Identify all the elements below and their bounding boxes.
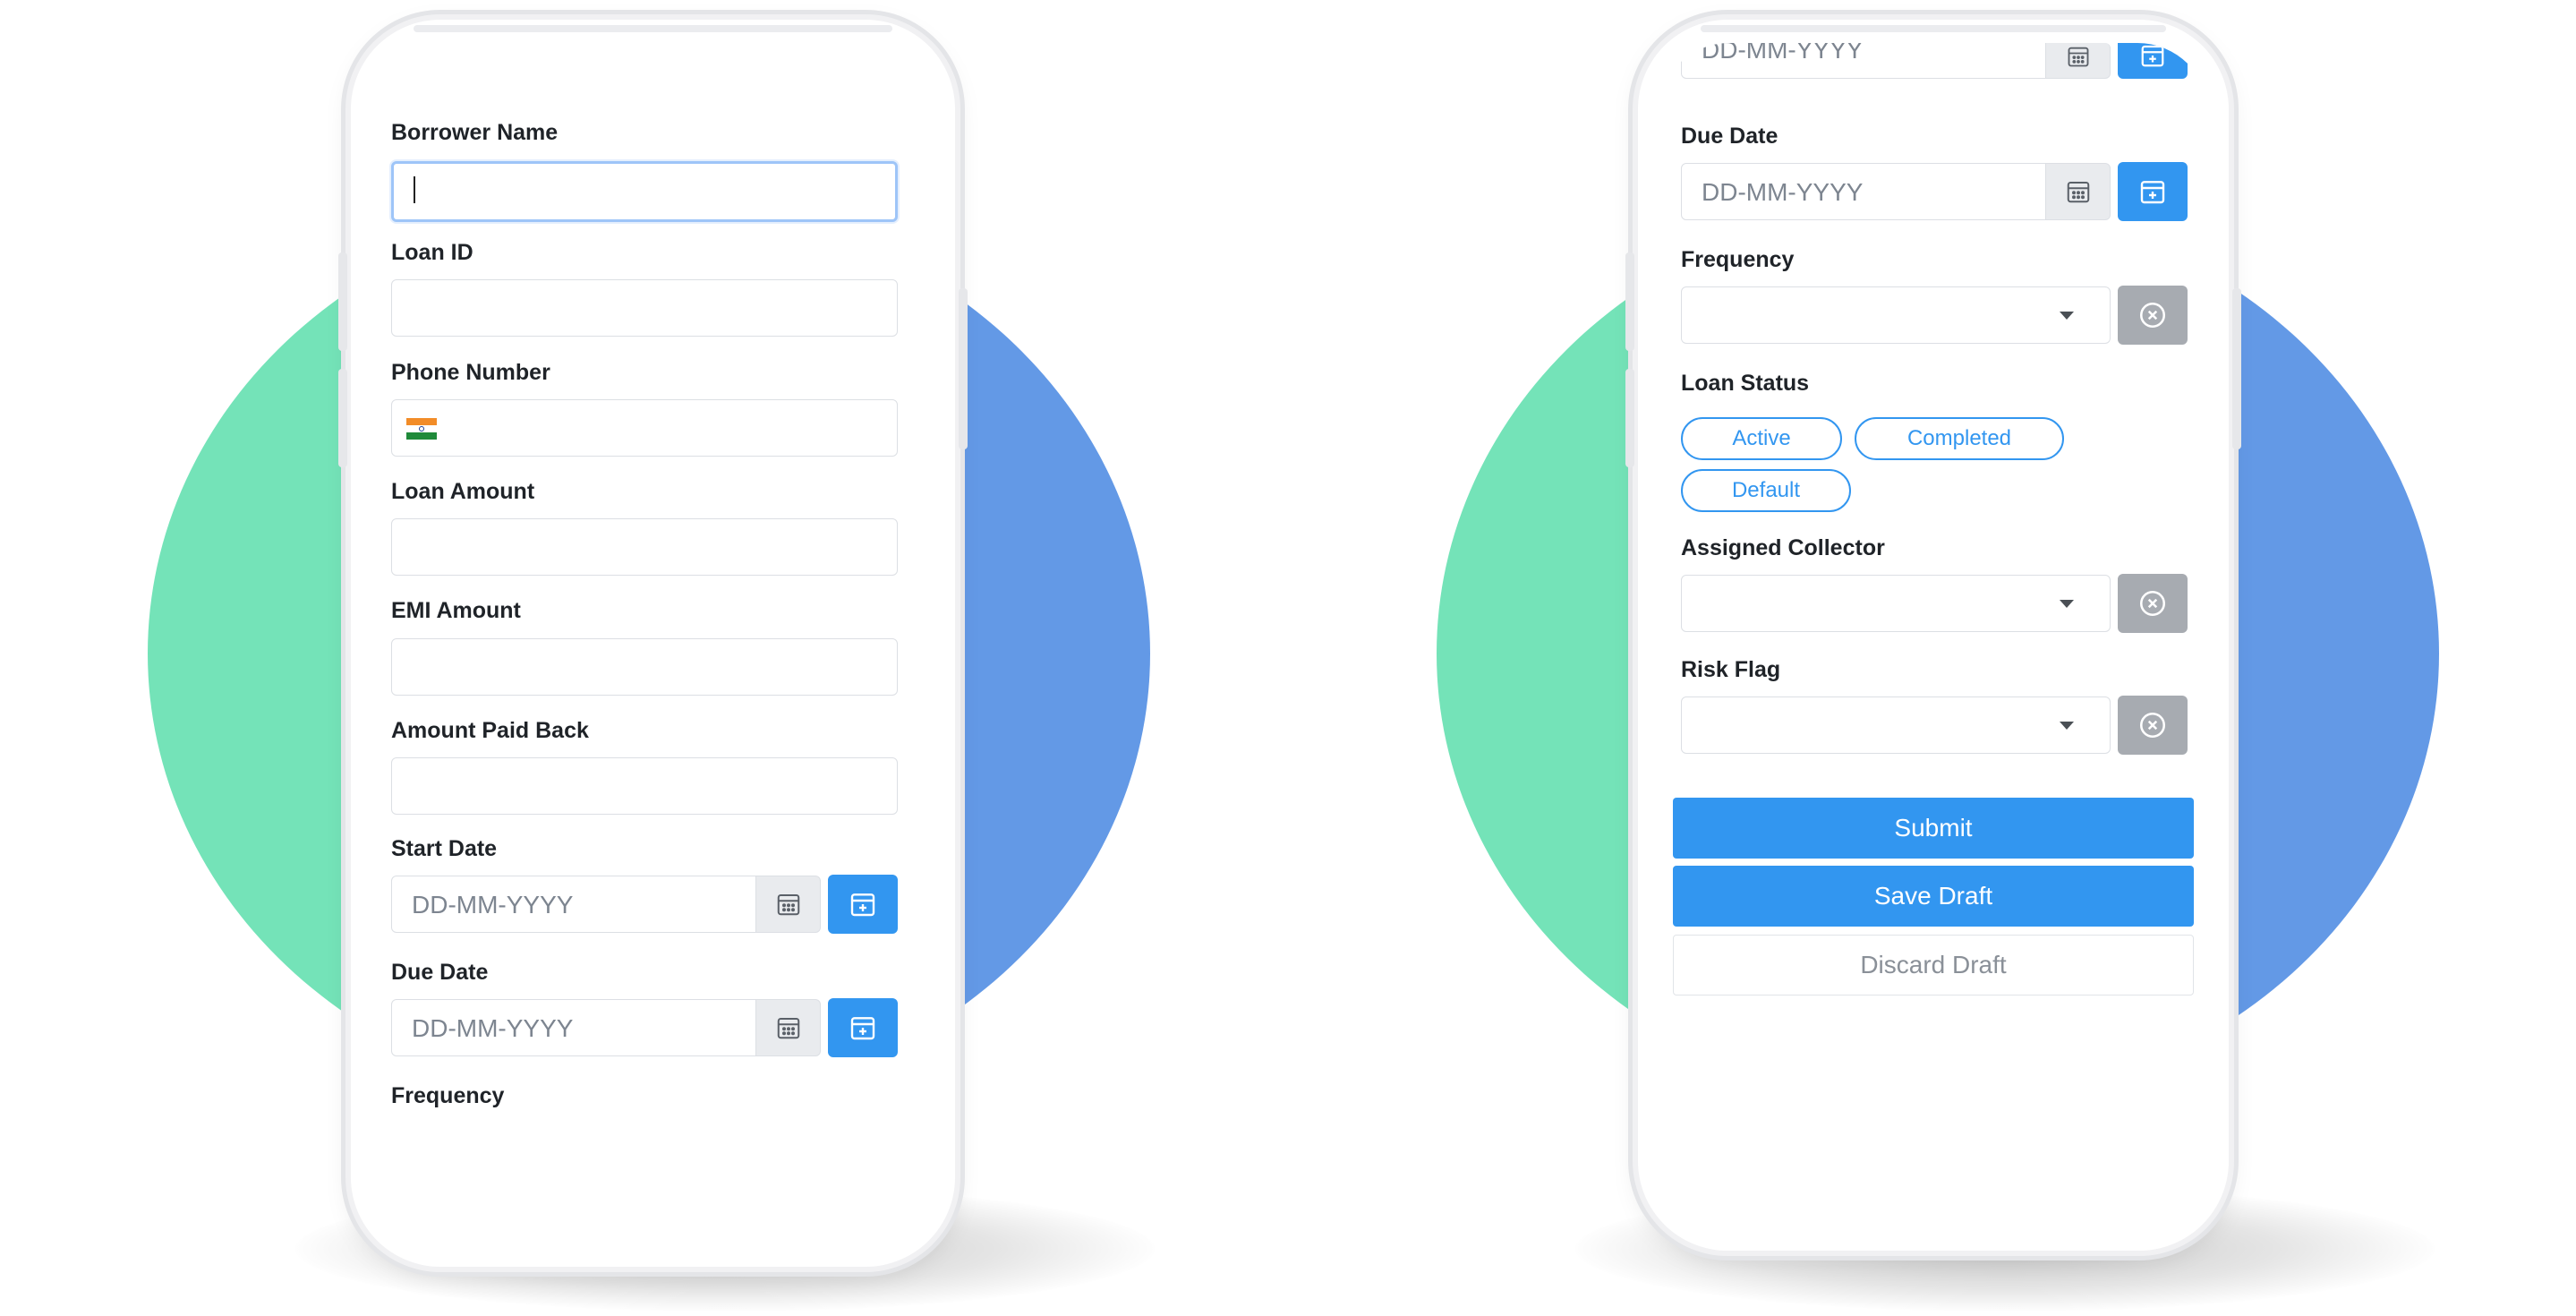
loan-amount-input[interactable] bbox=[391, 518, 898, 576]
frequency-label: Frequency bbox=[391, 1083, 505, 1108]
save-draft-button[interactable]: Save Draft bbox=[1673, 866, 2194, 927]
phone-side-button bbox=[2232, 288, 2241, 449]
discard-draft-button[interactable]: Discard Draft bbox=[1673, 935, 2194, 996]
phone-screen-right: DD-MM-YYYY Due Date DD-MM-YYYY Frequency bbox=[1658, 43, 2209, 1227]
emi-amount-input[interactable] bbox=[391, 638, 898, 696]
frequency-clear-button[interactable] bbox=[2118, 286, 2188, 345]
chevron-down-icon bbox=[2060, 722, 2074, 730]
borrower-name-input[interactable] bbox=[391, 161, 898, 222]
phone-number-input[interactable] bbox=[391, 399, 898, 457]
amount-paid-back-input[interactable] bbox=[391, 757, 898, 815]
frequency-label: Frequency bbox=[1681, 247, 1795, 272]
due-date-calendar-addon[interactable] bbox=[756, 999, 821, 1056]
due-date-input[interactable]: DD-MM-YYYY bbox=[1681, 163, 2046, 220]
page-root: { "left_form": { "borrower_name_label": … bbox=[0, 0, 2576, 1316]
calendar-icon bbox=[2067, 182, 2089, 203]
risk-flag-select[interactable] bbox=[1681, 696, 2111, 754]
phone-side-button bbox=[959, 288, 968, 449]
calendar-add-icon bbox=[2140, 181, 2165, 204]
calendar-icon bbox=[2068, 47, 2088, 66]
calendar-add-icon bbox=[850, 893, 875, 917]
phone-side-button bbox=[338, 369, 347, 467]
risk-flag-clear-button[interactable] bbox=[2118, 696, 2188, 755]
phone-screen-left: Borrower Name Loan ID Phone Number Loan … bbox=[371, 43, 935, 1243]
borrower-name-label: Borrower Name bbox=[391, 120, 559, 145]
start-date-picker-button[interactable] bbox=[2118, 43, 2188, 79]
due-date-input[interactable]: DD-MM-YYYY bbox=[391, 999, 756, 1056]
start-date-calendar-addon[interactable] bbox=[756, 876, 821, 933]
loan-status-option-default[interactable]: Default bbox=[1681, 469, 1851, 512]
phone-side-button bbox=[338, 252, 347, 351]
loan-status-option-completed[interactable]: Completed bbox=[1855, 417, 2064, 460]
due-date-placeholder: DD-MM-YYYY bbox=[412, 1014, 574, 1042]
text-caret bbox=[414, 176, 415, 203]
due-date-calendar-addon[interactable] bbox=[2046, 163, 2111, 220]
due-date-label: Due Date bbox=[1681, 124, 1778, 149]
phone-side-button bbox=[1625, 252, 1634, 351]
due-date-picker-button[interactable] bbox=[828, 998, 898, 1057]
calendar-add-icon bbox=[2141, 45, 2164, 67]
chevron-down-icon bbox=[2060, 312, 2074, 320]
risk-flag-label: Risk Flag bbox=[1681, 657, 1781, 682]
start-date-input[interactable]: DD-MM-YYYY bbox=[391, 876, 756, 933]
start-date-calendar-addon[interactable] bbox=[2046, 43, 2111, 79]
phone-frame-left: Borrower Name Loan ID Phone Number Loan … bbox=[338, 20, 968, 1267]
clear-circle-x-icon bbox=[2139, 712, 2166, 739]
start-date-placeholder: DD-MM-YYYY bbox=[412, 891, 574, 919]
phone-frame-right: DD-MM-YYYY Due Date DD-MM-YYYY Frequency bbox=[1625, 20, 2241, 1251]
calendar-icon bbox=[777, 894, 799, 916]
emi-amount-label: EMI Amount bbox=[391, 598, 521, 623]
start-date-picker-button[interactable] bbox=[828, 875, 898, 934]
loan-status-option-active[interactable]: Active bbox=[1681, 417, 1842, 460]
assigned-collector-label: Assigned Collector bbox=[1681, 535, 1885, 560]
assigned-collector-clear-button[interactable] bbox=[2118, 574, 2188, 633]
calendar-add-icon bbox=[850, 1017, 875, 1040]
loan-id-label: Loan ID bbox=[391, 240, 473, 265]
assigned-collector-select[interactable] bbox=[1681, 575, 2111, 632]
clear-circle-x-icon bbox=[2139, 302, 2166, 329]
loan-amount-label: Loan Amount bbox=[391, 479, 535, 504]
phone-top-bezel bbox=[1701, 25, 2166, 32]
due-date-placeholder: DD-MM-YYYY bbox=[1702, 178, 1864, 206]
start-date-input[interactable]: DD-MM-YYYY bbox=[1681, 43, 2046, 79]
phone-number-label: Phone Number bbox=[391, 360, 550, 385]
due-date-picker-button[interactable] bbox=[2118, 162, 2188, 221]
start-date-placeholder: DD-MM-YYYY bbox=[1702, 43, 1864, 64]
loan-id-input[interactable] bbox=[391, 279, 898, 337]
india-flag-icon[interactable] bbox=[406, 418, 437, 440]
clear-circle-x-icon bbox=[2139, 590, 2166, 617]
phone-side-button bbox=[1625, 369, 1634, 467]
amount-paid-back-label: Amount Paid Back bbox=[391, 718, 589, 743]
calendar-icon bbox=[777, 1018, 799, 1039]
due-date-label: Due Date bbox=[391, 960, 489, 985]
start-date-label: Start Date bbox=[391, 836, 498, 861]
chevron-down-icon bbox=[2060, 600, 2074, 608]
frequency-select[interactable] bbox=[1681, 286, 2111, 344]
phone-top-bezel bbox=[414, 25, 892, 32]
submit-button[interactable]: Submit bbox=[1673, 798, 2194, 859]
loan-status-label: Loan Status bbox=[1681, 371, 1810, 396]
